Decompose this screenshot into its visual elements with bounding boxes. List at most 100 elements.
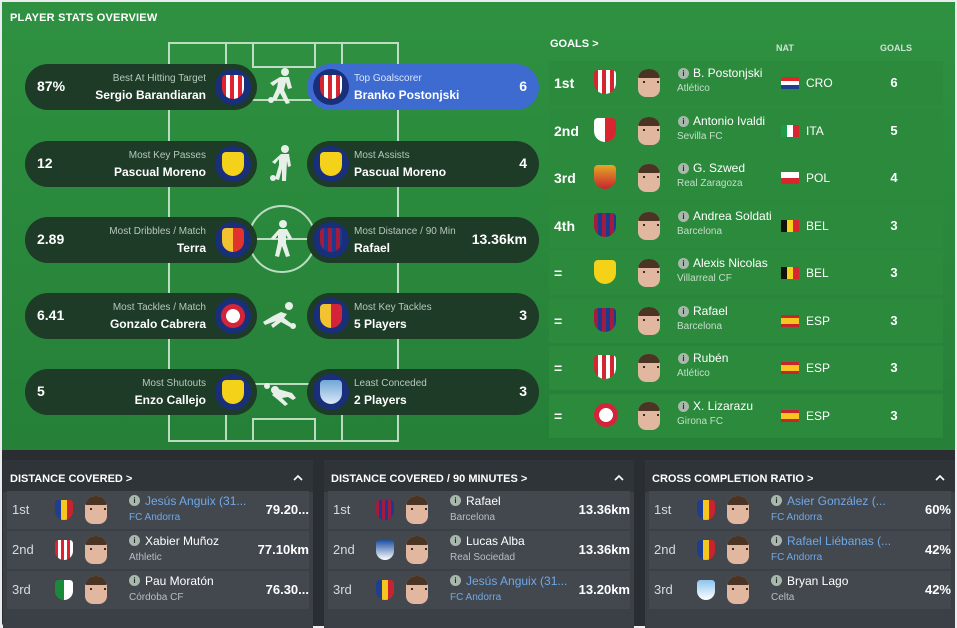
club-name[interactable]: Celta [771,592,794,603]
award-most-tackles[interactable]: 6.41 Most Tackles / Match Gonzalo Cabrer… [25,293,257,339]
award-least-conceded[interactable]: Least Conceded 2 Players 3 [307,369,539,415]
panel-row[interactable]: 2nd i Rafael Liébanas (... FC Andorra 42… [649,531,951,569]
club-name[interactable]: Sevilla FC [677,131,723,142]
player-name[interactable]: Andrea Soldati [693,209,772,223]
info-icon[interactable]: i [678,211,689,222]
player-name[interactable]: Alexis Nicolas [693,256,768,270]
column-header-nat[interactable]: NAT [776,43,794,53]
goals-row[interactable]: = i Rubén Atlético ESP 3 [549,346,943,390]
club-name[interactable]: Atlético [677,83,710,94]
info-icon[interactable]: i [678,68,689,79]
goals-row[interactable]: 4th i Andrea Soldati Barcelona BEL 3 [549,204,943,248]
info-icon[interactable]: i [678,401,689,412]
player-name[interactable]: Lucas Alba [466,534,525,548]
player-name[interactable]: Rafael [466,494,501,508]
panel-title[interactable]: CROSS COMPLETION RATIO > [652,473,813,485]
column-header-goals[interactable]: GOALS [880,43,912,53]
award-most-shutouts[interactable]: 5 Most Shutouts Enzo Callejo [25,369,257,415]
player-name[interactable]: Rafael Liébanas (... [787,534,891,548]
club-name[interactable]: Barcelona [677,321,722,332]
info-icon[interactable]: i [678,163,689,174]
info-icon[interactable]: i [129,495,140,506]
panel-title[interactable]: DISTANCE COVERED > [10,473,132,485]
award-player-name[interactable]: Sergio Barandiaran [95,88,206,102]
award-player-name[interactable]: Gonzalo Cabrera [110,317,206,331]
player-name[interactable]: Jesús Anguix (31... [145,494,246,508]
club-name[interactable]: Girona FC [677,416,723,427]
award-player-name[interactable]: Rafael [354,241,390,255]
info-icon[interactable]: i [450,535,461,546]
award-player-name[interactable]: Pascual Moreno [114,165,206,179]
club-name[interactable]: FC Andorra [450,592,501,603]
award-player-name[interactable]: 5 Players [354,317,407,331]
award-most-assists[interactable]: Most Assists Pascual Moreno 4 [307,141,539,187]
panel-header[interactable]: DISTANCE COVERED > [3,460,313,492]
club-name[interactable]: Athletic [129,552,162,563]
award-most-key-tackles[interactable]: Most Key Tackles 5 Players 3 [307,293,539,339]
award-top-goalscorer[interactable]: Top Goalscorer Branko Postonjski 6 [307,64,539,110]
info-icon[interactable]: i [678,306,689,317]
club-name[interactable]: Barcelona [677,226,722,237]
panel-row[interactable]: 2nd i Xabier Muñoz Athletic 77.10km [7,531,309,569]
goals-section-title[interactable]: GOALS > [550,38,599,50]
player-name[interactable]: Rubén [693,351,728,365]
info-icon[interactable]: i [678,116,689,127]
collapse-chevron-icon[interactable] [614,473,624,483]
player-name[interactable]: Antonio Ivaldi [693,114,765,128]
player-name[interactable]: B. Postonjski [693,66,762,80]
panel-header[interactable]: CROSS COMPLETION RATIO > [645,460,955,492]
club-name[interactable]: Barcelona [450,512,495,523]
info-icon[interactable]: i [771,495,782,506]
player-name[interactable]: X. Lizarazu [693,399,753,413]
award-player-name[interactable]: Enzo Callejo [135,393,206,407]
award-most-key-passes[interactable]: 12 Most Key Passes Pascual Moreno [25,141,257,187]
club-name[interactable]: FC Andorra [771,552,822,563]
award-best-hitting-target[interactable]: 87% Best At Hitting Target Sergio Barand… [25,64,257,110]
info-icon[interactable]: i [771,575,782,586]
panel-row[interactable]: 3rd i Pau Moratón Córdoba CF 76.30... [7,571,309,609]
award-player-name[interactable]: Pascual Moreno [354,165,446,179]
player-name[interactable]: Bryan Lago [787,574,848,588]
info-icon[interactable]: i [450,495,461,506]
goals-row[interactable]: = i Alexis Nicolas Villarreal CF BEL 3 [549,251,943,295]
info-icon[interactable]: i [129,575,140,586]
player-name[interactable]: Xabier Muñoz [145,534,219,548]
panel-title[interactable]: DISTANCE COVERED / 90 MINUTES > [331,473,527,485]
info-icon[interactable]: i [771,535,782,546]
goals-row[interactable]: = i Rafael Barcelona ESP 3 [549,299,943,343]
panel-header[interactable]: DISTANCE COVERED / 90 MINUTES > [324,460,634,492]
club-name[interactable]: FC Andorra [129,512,180,523]
goals-row[interactable]: 1st i B. Postonjski Atlético CRO 6 [549,61,943,105]
club-name[interactable]: FC Andorra [771,512,822,523]
panel-row[interactable]: 3rd i Bryan Lago Celta 42% [649,571,951,609]
player-name[interactable]: Asier González (... [787,494,886,508]
collapse-chevron-icon[interactable] [935,473,945,483]
info-icon[interactable]: i [129,535,140,546]
info-icon[interactable]: i [678,353,689,364]
club-name[interactable]: Real Zaragoza [677,178,743,189]
player-name[interactable]: Rafael [693,304,728,318]
info-icon[interactable]: i [450,575,461,586]
goals-row[interactable]: 3rd i G. Szwed Real Zaragoza POL 4 [549,156,943,200]
panel-row[interactable]: 2nd i Lucas Alba Real Sociedad 13.36km [328,531,630,569]
award-player-name[interactable]: Terra [177,241,206,255]
club-name[interactable]: Real Sociedad [450,552,515,563]
panel-row[interactable]: 3rd i Jesús Anguix (31... FC Andorra 13.… [328,571,630,609]
award-most-dribbles[interactable]: 2.89 Most Dribbles / Match Terra [25,217,257,263]
goals-row[interactable]: 2nd i Antonio Ivaldi Sevilla FC ITA 5 [549,109,943,153]
panel-row[interactable]: 1st i Jesús Anguix (31... FC Andorra 79.… [7,491,309,529]
info-icon[interactable]: i [678,258,689,269]
panel-row[interactable]: 1st i Rafael Barcelona 13.36km [328,491,630,529]
player-name[interactable]: Jesús Anguix (31... [466,574,567,588]
award-player-name[interactable]: Branko Postonjski [354,88,459,102]
club-name[interactable]: Villarreal CF [677,273,732,284]
player-name[interactable]: Pau Moratón [145,574,214,588]
award-player-name[interactable]: 2 Players [354,393,407,407]
club-name[interactable]: Córdoba CF [129,592,183,603]
award-most-distance[interactable]: Most Distance / 90 Min Rafael 13.36km [307,217,539,263]
goals-row[interactable]: = i X. Lizarazu Girona FC ESP 3 [549,394,943,438]
collapse-chevron-icon[interactable] [293,473,303,483]
panel-row[interactable]: 1st i Asier González (... FC Andorra 60% [649,491,951,529]
club-name[interactable]: Atlético [677,368,710,379]
player-name[interactable]: G. Szwed [693,161,745,175]
